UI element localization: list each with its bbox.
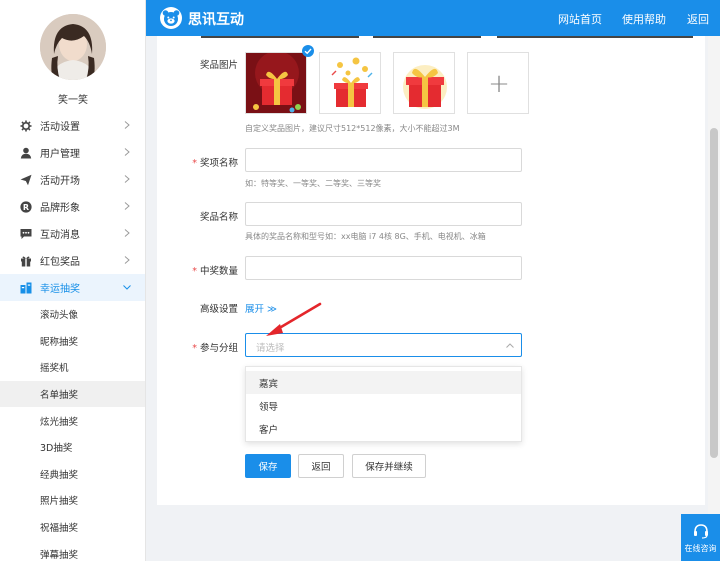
- brand-name: 思讯互动: [188, 12, 244, 28]
- add-image-button[interactable]: +: [467, 52, 529, 114]
- required-mark: *: [192, 158, 197, 169]
- sidebar-item-messages[interactable]: 互动消息: [0, 220, 145, 247]
- prize-name-label-text: 奖项名称: [199, 158, 238, 169]
- message-icon: [20, 228, 32, 240]
- submenu-item[interactable]: 祝福抽奖: [0, 514, 145, 541]
- prize-name-input[interactable]: [245, 148, 522, 172]
- group-dropdown: 嘉宾 领导 客户: [245, 366, 522, 442]
- sidebar-item-user-management[interactable]: 用户管理: [0, 139, 145, 166]
- sidebar-item-lucky-draw[interactable]: 幸运抽奖: [0, 274, 145, 301]
- prize-image-thumb-1[interactable]: [245, 52, 307, 114]
- group-select-placeholder: 请选择: [256, 343, 285, 354]
- chevron-up-icon: [506, 343, 514, 348]
- plus-icon: +: [488, 69, 510, 99]
- submenu-item[interactable]: 弹幕抽奖: [0, 540, 145, 561]
- chevron-right-icon: [124, 229, 130, 237]
- annotation-arrow-icon: [266, 302, 322, 336]
- field-edge: [201, 36, 359, 38]
- selected-check-icon: [302, 45, 314, 57]
- sidebar-item-red-packet[interactable]: 红包奖品: [0, 247, 145, 274]
- winner-count-label: * 中奖数量: [158, 263, 238, 277]
- chevron-right-icon: [124, 148, 130, 156]
- field-edge: [373, 36, 481, 38]
- submenu-item[interactable]: 照片抽奖: [0, 487, 145, 514]
- sidebar-item-label: 活动设置: [40, 122, 80, 133]
- group-option[interactable]: 嘉宾: [246, 371, 521, 394]
- send-icon: [20, 174, 32, 186]
- chevron-right-icon: [124, 175, 130, 183]
- headset-icon: [693, 523, 708, 539]
- scrollbar[interactable]: [708, 36, 720, 561]
- prize-image-hint: 自定义奖品图片，建议尺寸512*512像素，大小不能超过3M: [245, 124, 460, 133]
- prize-image-thumb-3[interactable]: [393, 52, 455, 114]
- submenu-item[interactable]: 滚动头像: [0, 301, 145, 328]
- save-continue-button[interactable]: 保存并继续: [352, 454, 426, 478]
- chevron-right-icon: [124, 121, 130, 129]
- nav-home-link[interactable]: 网站首页: [558, 11, 602, 27]
- prize-image-label: 奖品图片: [199, 60, 238, 71]
- avatar[interactable]: [40, 14, 106, 80]
- sidebar-item-brand-image[interactable]: R 品牌形象: [0, 193, 145, 220]
- back-button[interactable]: 返回: [298, 454, 344, 478]
- sidebar-item-label: 幸运抽奖: [40, 284, 80, 295]
- item-name-label: 奖品名称: [199, 212, 238, 223]
- sidebar-item-label: 品牌形象: [40, 203, 80, 214]
- chevron-down-icon: [123, 285, 131, 290]
- item-name-input[interactable]: [245, 202, 522, 226]
- sidebar-item-activity-start[interactable]: 活动开场: [0, 166, 145, 193]
- sidebar-item-activity-settings[interactable]: 活动设置: [0, 112, 145, 139]
- lottery-icon: [20, 282, 32, 294]
- group-label-text: 参与分组: [199, 343, 238, 354]
- prize-image-thumb-2[interactable]: [319, 52, 381, 114]
- sidebar: 笑一笑 活动设置 用户管理 活动开场 R 品牌形象 互动消息 红包奖品 幸运抽奖…: [0, 0, 146, 561]
- sidebar-menu: 活动设置 用户管理 活动开场 R 品牌形象 互动消息 红包奖品 幸运抽奖 滚动头…: [0, 112, 145, 561]
- save-button[interactable]: 保存: [245, 454, 291, 478]
- submenu-item[interactable]: 经典抽奖: [0, 461, 145, 488]
- top-bar: 思讯互动 网站首页 使用帮助 返回: [146, 0, 720, 36]
- nav-help-link[interactable]: 使用帮助: [622, 11, 666, 27]
- prize-name-hint: 如：特等奖、一等奖、二等奖、三等奖: [245, 179, 381, 188]
- group-option[interactable]: 领导: [246, 394, 521, 417]
- sidebar-item-label: 互动消息: [40, 230, 80, 241]
- chevron-right-icon: [124, 256, 130, 264]
- winner-count-input[interactable]: [245, 256, 522, 280]
- registered-icon: R: [20, 200, 32, 213]
- winner-count-label-text: 中奖数量: [199, 266, 238, 277]
- group-label: * 参与分组: [158, 340, 238, 354]
- gift-icon: [20, 255, 32, 267]
- user-icon: [20, 147, 32, 159]
- scrollbar-thumb[interactable]: [710, 128, 718, 458]
- submenu-item[interactable]: 昵称抽奖: [0, 328, 145, 355]
- sidebar-item-label: 活动开场: [40, 176, 80, 187]
- required-mark: *: [192, 266, 197, 277]
- required-mark: *: [192, 343, 197, 354]
- svg-text:R: R: [23, 202, 29, 211]
- submenu-item[interactable]: 炫光抽奖: [0, 407, 145, 434]
- chevron-right-icon: [124, 202, 130, 210]
- username: 笑一笑: [58, 95, 88, 106]
- group-option[interactable]: 客户: [246, 417, 521, 440]
- bear-logo-icon[interactable]: [160, 7, 182, 29]
- submenu-item-active[interactable]: 名单抽奖: [0, 380, 145, 408]
- item-name-hint: 具体的奖品名称和型号如：xx电脑 i7 4核 8G、手机、电视机、冰箱: [245, 232, 486, 241]
- gear-icon: [20, 120, 32, 132]
- field-edge: [497, 36, 693, 38]
- online-chat-button[interactable]: 在线咨询: [681, 514, 720, 561]
- nav-back-link[interactable]: 返回: [687, 11, 709, 27]
- sidebar-item-label: 红包奖品: [40, 257, 80, 268]
- submenu-item[interactable]: 摇奖机: [0, 354, 145, 381]
- advanced-settings-label: 高级设置: [199, 304, 238, 315]
- prize-name-label: * 奖项名称: [158, 155, 238, 169]
- submenu-item[interactable]: 3D抽奖: [0, 434, 145, 461]
- sidebar-item-label: 用户管理: [40, 149, 80, 160]
- online-chat-label: 在线咨询: [684, 543, 717, 553]
